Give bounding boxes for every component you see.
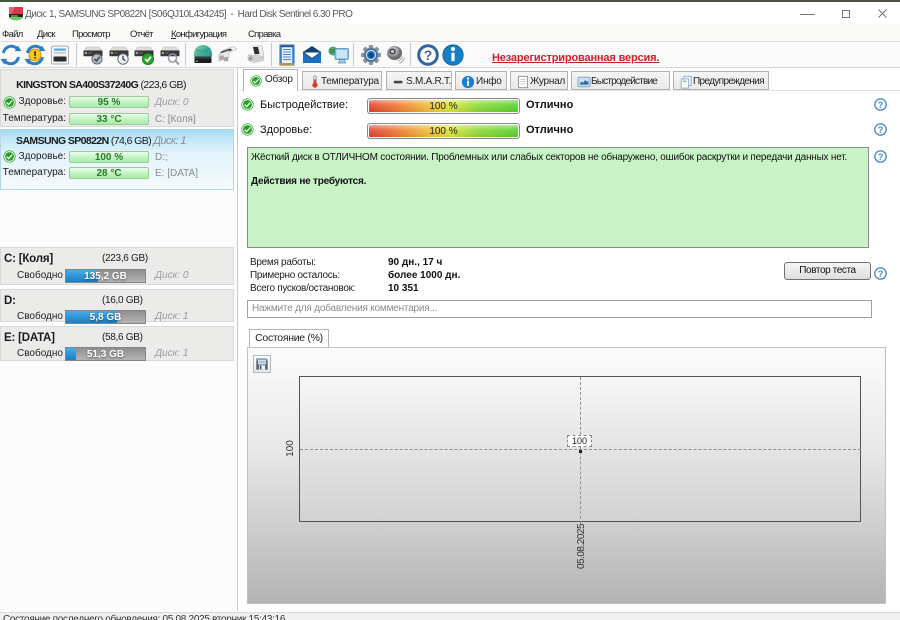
svg-text:?: ?	[424, 47, 433, 63]
svg-text:?: ?	[878, 269, 884, 279]
svg-text:?: ?	[878, 125, 884, 135]
svg-text:?: ?	[878, 100, 884, 110]
svg-text:?: ?	[878, 152, 884, 162]
